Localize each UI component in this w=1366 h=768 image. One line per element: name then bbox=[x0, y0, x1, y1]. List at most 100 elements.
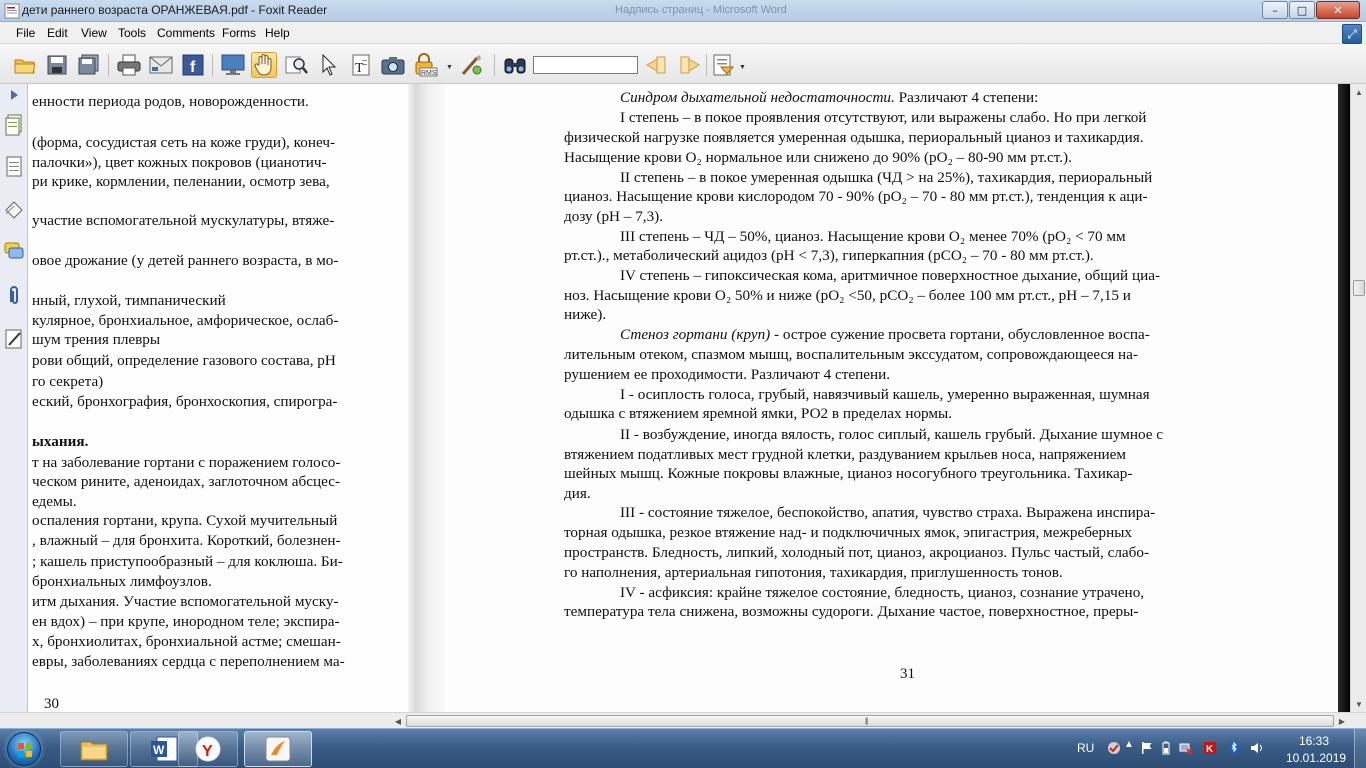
find-prev-icon[interactable] bbox=[644, 52, 670, 78]
right-page-line: цианоз. Насыщение крови кислородом 70 - … bbox=[564, 188, 1148, 205]
taskbar-foxit[interactable] bbox=[244, 731, 312, 767]
volume-icon[interactable] bbox=[1250, 741, 1264, 755]
zoom-icon[interactable] bbox=[284, 52, 310, 78]
close-button[interactable]: ✕ bbox=[1316, 1, 1360, 19]
find-next-icon[interactable] bbox=[676, 52, 702, 78]
flag-icon[interactable] bbox=[1140, 741, 1154, 755]
menu-forms[interactable]: Forms bbox=[222, 26, 256, 40]
right-page-line: го наполнения, артериальная гипотония, т… bbox=[564, 564, 1063, 581]
scroll-right-icon[interactable]: ▶ bbox=[1334, 713, 1350, 729]
right-page-line: II степень – в покое умеренная одышка (Ч… bbox=[620, 169, 1153, 186]
taskbar-yandex[interactable]: Y bbox=[178, 731, 238, 767]
attachments-panel-icon[interactable] bbox=[4, 284, 24, 306]
vertical-scrollbar[interactable]: ▲ ▼ bbox=[1350, 84, 1366, 712]
menu-comments[interactable]: Comments bbox=[157, 26, 215, 40]
svg-text:T: T bbox=[355, 61, 364, 76]
minimize-button[interactable]: – bbox=[1262, 1, 1288, 19]
left-page-line: х, бронхиолитах, бронхиальной астме; сме… bbox=[32, 633, 341, 650]
language-indicator[interactable]: RU bbox=[1077, 741, 1094, 755]
expand-panel-icon[interactable] bbox=[11, 90, 18, 100]
page-30: енности периода родов, новорожденности. … bbox=[28, 84, 408, 712]
left-page-line: ческом рините, аденоидах, заглоточном аб… bbox=[32, 473, 341, 490]
comments-panel-icon[interactable] bbox=[4, 240, 24, 262]
show-hidden-icons[interactable]: ▲ bbox=[1124, 739, 1134, 750]
signatures-panel-icon[interactable] bbox=[4, 328, 24, 350]
svg-text:W: W bbox=[153, 743, 165, 757]
left-page-line: т на заболевание гортани с поражением го… bbox=[32, 454, 341, 471]
svg-text:RMS: RMS bbox=[421, 70, 437, 77]
stenosis-heading: Стеноз гортани (круп) - острое сужение п… bbox=[620, 326, 1150, 343]
maximize-button[interactable]: □ bbox=[1289, 1, 1315, 19]
snapshot-icon[interactable] bbox=[380, 52, 406, 78]
right-page-line: IV степень – гипоксическая кома, аритмич… bbox=[620, 267, 1161, 284]
clock-time[interactable]: 16:33 bbox=[1299, 734, 1329, 748]
left-page-line: кулярное, бронхиальное, амфорическое, ос… bbox=[32, 312, 339, 329]
right-page-line: II - возбуждение, иногда вялость, голос … bbox=[620, 426, 1164, 443]
layers-panel-icon[interactable] bbox=[4, 198, 24, 220]
hand-icon[interactable] bbox=[251, 52, 277, 78]
right-page-line: I степень – в покое проявления отсутству… bbox=[620, 109, 1147, 126]
bookmarks-panel-icon[interactable] bbox=[4, 156, 24, 178]
menu-file[interactable]: File bbox=[16, 26, 35, 40]
rms-icon[interactable]: RMS bbox=[412, 52, 438, 78]
title-bar[interactable]: дети раннего возраста ОРАНЖЕВАЯ.pdf - Fo… bbox=[0, 0, 1366, 22]
pages-panel-icon[interactable] bbox=[4, 114, 24, 136]
right-page-line: дозу (рН – 7,3). bbox=[564, 208, 664, 225]
email-icon[interactable] bbox=[148, 52, 174, 78]
find-icon[interactable] bbox=[502, 52, 528, 78]
bluetooth-icon[interactable] bbox=[1227, 741, 1241, 755]
left-page-line: ; кашель приступообразный – для коклюша.… bbox=[32, 553, 343, 570]
scroll-up-icon[interactable]: ▲ bbox=[1351, 84, 1366, 100]
navigation-panel bbox=[0, 84, 28, 716]
menu-edit[interactable]: Edit bbox=[47, 26, 68, 40]
yandex-icon: Y bbox=[195, 736, 221, 762]
kaspersky-icon[interactable]: K bbox=[1203, 741, 1217, 755]
right-page-line: физической нагрузке появляется умеренная… bbox=[564, 129, 1144, 146]
right-page-line: ноз. Насыщение крови О₂ 50% и ниже (рО₂ … bbox=[564, 287, 1131, 304]
battery-icon[interactable] bbox=[1159, 741, 1173, 755]
facebook-icon[interactable]: f bbox=[180, 52, 206, 78]
scroll-down-icon[interactable]: ▼ bbox=[1351, 696, 1366, 712]
fullscreen-icon[interactable] bbox=[220, 52, 246, 78]
right-page-line: IV - асфиксия: крайне тяжелое состояние,… bbox=[620, 584, 1145, 601]
save-all-icon[interactable] bbox=[76, 52, 102, 78]
scroll-left-icon[interactable]: ◀ bbox=[390, 713, 406, 729]
right-page-line: рушением ее проходимости. Различают 4 ст… bbox=[564, 366, 891, 383]
menu-bar: File Edit View Tools Comments Forms Help bbox=[0, 22, 1366, 44]
explorer-icon bbox=[80, 741, 108, 761]
find-input[interactable] bbox=[533, 56, 638, 74]
print-icon[interactable] bbox=[116, 52, 142, 78]
antivirus-icon[interactable] bbox=[1107, 741, 1121, 755]
page-gutter bbox=[408, 84, 446, 712]
clock-date[interactable]: 10.01.2019 bbox=[1286, 751, 1346, 765]
page-setup-dropdown-icon[interactable]: ▼ bbox=[739, 64, 746, 71]
horizontal-scrollbar[interactable]: ◀ ||| ▶ bbox=[0, 712, 1366, 728]
taskbar: W Y RU ▲ K 16:33 10.01.2019 bbox=[0, 728, 1366, 768]
save-icon[interactable] bbox=[44, 52, 70, 78]
show-desktop-button[interactable] bbox=[1354, 729, 1366, 768]
vertical-scroll-thumb[interactable] bbox=[1353, 280, 1365, 296]
right-page-line: дия. bbox=[564, 485, 591, 502]
left-page-line: шум трения плевры bbox=[32, 331, 161, 348]
right-page-line: втяжением податливых мест грудной клетки… bbox=[564, 446, 1126, 463]
menu-tools[interactable]: Tools bbox=[118, 26, 146, 40]
select-icon[interactable] bbox=[316, 52, 342, 78]
typewriter-icon[interactable] bbox=[458, 52, 484, 78]
restore-layout-icon[interactable]: ⤢ bbox=[1342, 24, 1362, 44]
right-page-line: лительным отеком, спазмом мышц, воспалит… bbox=[564, 346, 1138, 363]
left-page-line: бронхиальных лимфоузлов. bbox=[32, 573, 212, 590]
start-button[interactable] bbox=[4, 731, 44, 767]
taskbar-explorer[interactable] bbox=[60, 731, 128, 767]
svg-text:Y: Y bbox=[202, 743, 213, 760]
horizontal-scroll-thumb[interactable]: ||| bbox=[406, 715, 1334, 727]
left-page-line: едемы. bbox=[32, 493, 77, 510]
menu-view[interactable]: View bbox=[81, 26, 107, 40]
network-icon[interactable] bbox=[1179, 741, 1193, 755]
open-icon[interactable] bbox=[12, 52, 38, 78]
rms-dropdown-icon[interactable]: ▼ bbox=[446, 64, 453, 71]
document-view[interactable]: енности периода родов, новорожденности. … bbox=[28, 84, 1350, 712]
svg-text:f: f bbox=[190, 59, 196, 76]
menu-help[interactable]: Help bbox=[265, 26, 290, 40]
text-select-icon[interactable]: T bbox=[348, 52, 374, 78]
page-setup-icon[interactable] bbox=[710, 52, 736, 78]
